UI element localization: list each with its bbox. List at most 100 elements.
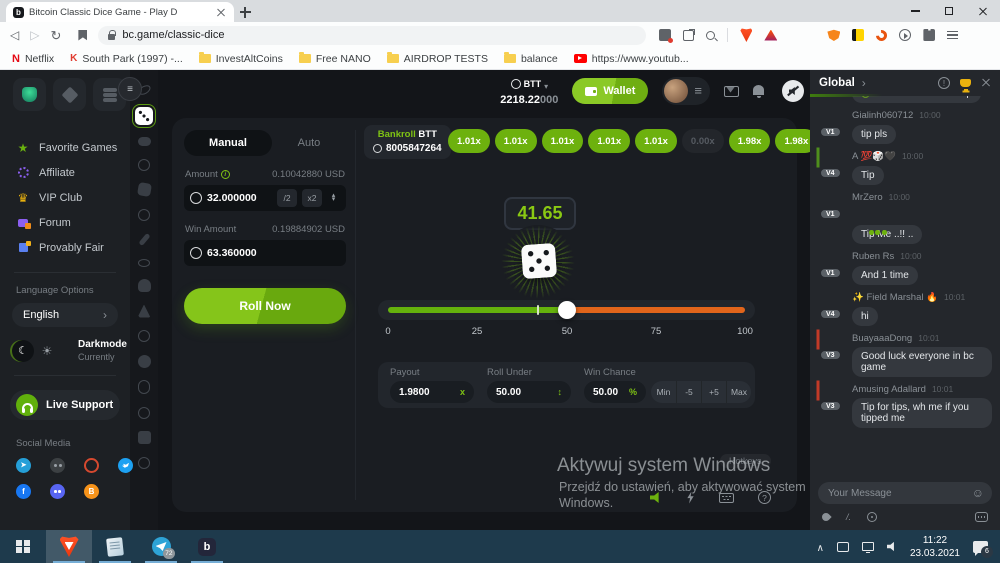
taskbar-brave[interactable]: [46, 530, 92, 563]
sidebar-item-vip-club[interactable]: VIP Club: [0, 185, 130, 210]
minus5-button[interactable]: -5: [676, 381, 701, 403]
roll-under-input[interactable]: 50.00: [487, 381, 571, 403]
play-extension-icon[interactable]: [899, 29, 911, 41]
strip-cards-icon[interactable]: [136, 182, 151, 197]
maximize-button[interactable]: [932, 0, 966, 22]
live-support-button[interactable]: Live Support: [10, 390, 120, 420]
sidebar-item-favorite-games[interactable]: Favorite Games: [0, 135, 130, 160]
amount-stepper[interactable]: ▴▾: [327, 194, 340, 202]
sidebar-item-provably-fair[interactable]: Provably Fair: [0, 235, 130, 260]
multiplier-pill-loss[interactable]: 0.00x: [682, 129, 724, 153]
strip-classic-dice-icon-active[interactable]: [135, 107, 153, 125]
volume-icon[interactable]: [887, 542, 897, 552]
sound-muted-toggle[interactable]: [782, 80, 804, 102]
orange-extension-icon[interactable]: [874, 27, 889, 42]
minimize-button[interactable]: [898, 0, 932, 22]
multiplier-pill[interactable]: 1.01x: [635, 129, 677, 153]
chat-settings-icon[interactable]: [975, 512, 988, 522]
tab-manual[interactable]: Manual: [184, 130, 272, 156]
bookmark-folder-airdrop[interactable]: AIRDROP TESTS: [387, 53, 488, 65]
multiplier-pill[interactable]: 1.01x: [495, 129, 537, 153]
strip-gamepad-icon[interactable]: [138, 137, 151, 146]
puzzle-extensions-icon[interactable]: [923, 29, 935, 41]
browser-menu-icon[interactable]: [947, 31, 958, 39]
roll-slider[interactable]: [378, 300, 755, 320]
strip-coins-icon[interactable]: [138, 279, 151, 292]
metamask-icon[interactable]: [827, 29, 840, 41]
turbo-icon[interactable]: [686, 492, 695, 504]
taskbar-bcgame[interactable]: b: [184, 530, 230, 563]
strip-rocket-icon[interactable]: [138, 305, 151, 318]
taskbar-notepad[interactable]: [92, 530, 138, 563]
plus5-button[interactable]: +5: [701, 381, 726, 403]
tab-auto[interactable]: Auto: [272, 137, 346, 149]
reload-button[interactable]: [50, 29, 61, 42]
game-tile-diamond[interactable]: [53, 78, 86, 111]
info-icon[interactable]: i: [221, 170, 230, 179]
search-icon[interactable]: [706, 31, 715, 40]
sidebar-item-affiliate[interactable]: Affiliate: [0, 160, 130, 185]
darkmode-moon-button[interactable]: [12, 340, 34, 362]
multiplier-pill[interactable]: 1.98x: [729, 129, 771, 153]
trophy-icon[interactable]: [960, 79, 971, 87]
halve-bet-button[interactable]: /2: [277, 189, 297, 207]
chat-close-icon[interactable]: [981, 78, 991, 88]
roll-now-button[interactable]: Roll Now: [184, 288, 346, 324]
bookmark-folder-freenano[interactable]: Free NANO: [299, 53, 371, 65]
min-button[interactable]: Min: [651, 381, 676, 403]
bookmark-icon[interactable]: [78, 30, 87, 41]
start-button[interactable]: [0, 530, 46, 563]
yellow-extension-icon[interactable]: [852, 29, 864, 41]
tab-close-icon[interactable]: [215, 6, 227, 18]
coin-tip-icon[interactable]: [867, 512, 877, 522]
chat-rules-icon[interactable]: !: [938, 77, 950, 89]
balance-selector[interactable]: BTT 2218.22000: [500, 75, 558, 107]
medium-icon[interactable]: [50, 458, 65, 473]
swap-icon[interactable]: [558, 387, 563, 398]
strip-gears-icon[interactable]: [138, 330, 150, 342]
strip-timer-icon[interactable]: [138, 209, 150, 221]
multiplier-pill[interactable]: 1.01x: [542, 129, 584, 153]
amount-input[interactable]: 32.000000 /2 x2 ▴▾: [184, 185, 346, 211]
language-selector[interactable]: English: [12, 303, 118, 327]
forward-button[interactable]: [30, 29, 39, 41]
tablet-mode-icon[interactable]: [837, 542, 849, 552]
multiplier-pill[interactable]: 1.01x: [448, 129, 490, 153]
inbox-icon[interactable]: [724, 86, 739, 97]
hotkeys-pill[interactable]: Hotkeys: [720, 454, 771, 468]
game-tile-slots[interactable]: [13, 78, 46, 111]
lightmode-sun-button[interactable]: [38, 344, 56, 358]
sidebar-collapse-button[interactable]: [118, 77, 142, 101]
user-menu[interactable]: [662, 77, 710, 105]
strip-eye-icon[interactable]: [138, 259, 150, 267]
twitter-icon[interactable]: [118, 458, 133, 473]
chat-message-input[interactable]: [826, 487, 966, 500]
strip-chips-icon[interactable]: [138, 355, 151, 368]
telegram-icon[interactable]: [16, 458, 31, 473]
slider-handle[interactable]: [558, 301, 576, 319]
emoji-icon[interactable]: [972, 484, 984, 502]
taskbar-telegram[interactable]: 72: [138, 530, 184, 563]
share-icon[interactable]: [683, 30, 694, 41]
extension-icon[interactable]: [659, 29, 671, 41]
avatar[interactable]: [664, 79, 688, 103]
slash-commands-icon[interactable]: /.: [846, 512, 851, 522]
strip-circle-icon[interactable]: [138, 407, 150, 419]
back-button[interactable]: [10, 29, 19, 41]
win-amount-input[interactable]: 63.360000: [184, 240, 346, 266]
strip-stick-icon[interactable]: [138, 233, 150, 246]
brave-shield-icon[interactable]: [740, 28, 752, 42]
clock[interactable]: 11:22 23.03.2021: [910, 534, 960, 560]
bell-icon[interactable]: [753, 85, 764, 95]
strip-mic-icon[interactable]: [138, 380, 150, 394]
rain-tip-icon[interactable]: [820, 511, 831, 522]
double-bet-button[interactable]: x2: [302, 189, 322, 207]
browser-tab[interactable]: b Bitcoin Classic Dice Game - Play D: [6, 2, 234, 22]
multiplier-pill[interactable]: 1.01x: [588, 129, 630, 153]
slider-track[interactable]: [388, 307, 745, 313]
action-center-icon[interactable]: 6: [973, 541, 988, 553]
bookmark-southpark[interactable]: KSouth Park (1997) -...: [70, 53, 183, 65]
help-icon[interactable]: ?: [758, 491, 771, 504]
new-tab-button[interactable]: [234, 2, 256, 22]
strip-ball-icon[interactable]: [138, 159, 150, 171]
